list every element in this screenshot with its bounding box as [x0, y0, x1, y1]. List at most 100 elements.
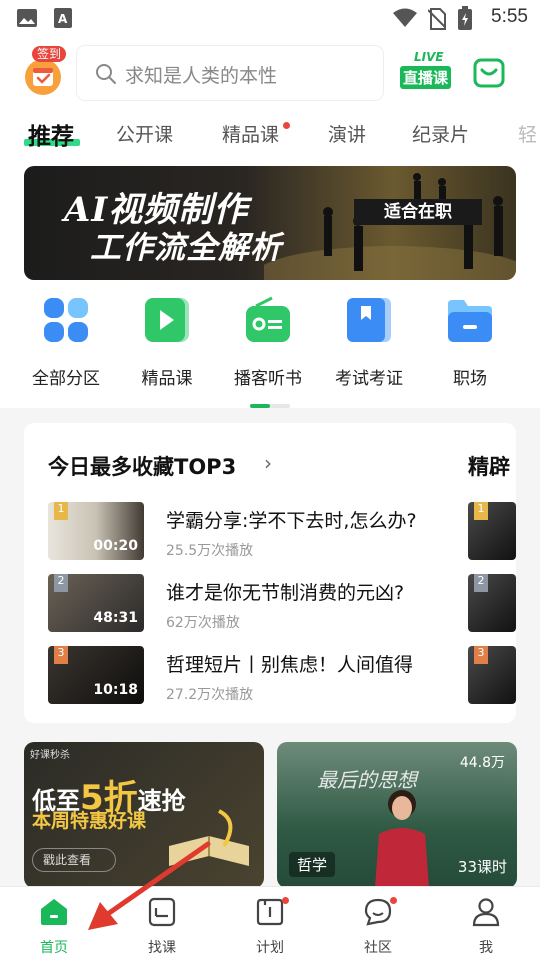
- duration: 10:18: [93, 682, 138, 698]
- tab-documentary[interactable]: 纪录片: [412, 120, 469, 147]
- live-course-button[interactable]: LIVE 直播课: [400, 50, 460, 90]
- tab-light[interactable]: 轻: [518, 120, 537, 147]
- live-tag: LIVE: [414, 50, 444, 64]
- video-title: 学霸分享:学不下去时,怎么办?: [166, 510, 417, 532]
- nav-label: 找课: [148, 940, 176, 956]
- play-count: 27.2万次播放: [166, 687, 254, 703]
- search-placeholder: 求知是人类的本性: [125, 65, 278, 87]
- tab-premium-course[interactable]: 精品课: [222, 120, 279, 147]
- search-icon: [96, 64, 116, 84]
- next-section-title[interactable]: 精辟: [468, 451, 510, 481]
- top3-row-1[interactable]: 1 00:20 学霸分享:学不下去时,怎么办? 25.5万次播放: [48, 502, 488, 560]
- top3-row-3[interactable]: 3 10:18 哲理短片丨别焦虑！人间值得 27.2万次播放: [48, 646, 488, 704]
- promo-tag: 好课秒杀: [30, 750, 70, 761]
- promo-banner[interactable]: AI视频制作 工作流全解析 适合在职: [24, 166, 516, 280]
- calendar-icon: [25, 59, 61, 95]
- category-label: 考试考证: [335, 369, 403, 389]
- nav-label: 首页: [40, 940, 68, 956]
- rank-badge: 3: [54, 646, 68, 664]
- community-icon: [364, 898, 392, 926]
- bookmark-icon: [347, 298, 391, 342]
- thumbnail: 1 00:20: [48, 502, 144, 560]
- play-count: 62万次播放: [166, 615, 240, 631]
- plan-dot: [282, 897, 289, 904]
- wifi-icon: [393, 8, 417, 27]
- rank-badge: 1: [474, 502, 488, 520]
- book-icon: [169, 809, 249, 866]
- nav-find-course[interactable]: 找课: [122, 897, 202, 957]
- lesson-count: 33课时: [457, 858, 507, 876]
- category-label: 播客听书: [234, 369, 302, 389]
- home-icon: [41, 899, 67, 925]
- no-sim-icon: [428, 8, 446, 30]
- play-icon: [145, 298, 189, 342]
- duration: 48:31: [93, 610, 138, 626]
- community-dot: [390, 897, 397, 904]
- folder-icon: [448, 300, 492, 342]
- search-input[interactable]: 求知是人类的本性: [77, 46, 383, 100]
- video-title: 哲理短片丨别焦虑！人间值得: [166, 654, 414, 676]
- category-exam[interactable]: 考试考证: [319, 296, 419, 389]
- promo-view-button[interactable]: 戳此查看: [32, 848, 116, 872]
- plan-icon: [256, 898, 284, 926]
- flash-sale-card[interactable]: 好课秒杀 低至5折速抢 本周特惠好课 戳此查看: [24, 742, 264, 888]
- find-course-icon: [148, 897, 176, 927]
- gallery-icon: [17, 9, 37, 27]
- tab-recommend[interactable]: 推荐: [28, 117, 74, 151]
- tab-premium-dot: [283, 122, 290, 129]
- a-notification-icon: A: [54, 8, 72, 28]
- bottom-nav: 首页 找课 计划 社区 我: [0, 886, 540, 960]
- pager-active: [250, 404, 270, 408]
- category-label: 精品课: [141, 369, 193, 389]
- tab-open-course[interactable]: 公开课: [116, 120, 173, 147]
- battery-icon: [458, 6, 472, 30]
- top3-row-2[interactable]: 2 48:31 谁才是你无节制消费的元凶? 62万次播放: [48, 574, 488, 632]
- category-label: 全部分区: [32, 369, 100, 389]
- status-bar: A 5:55: [0, 0, 540, 36]
- view-count: 44.8万: [459, 755, 505, 771]
- nav-profile[interactable]: 我: [446, 897, 526, 957]
- profile-icon: [472, 898, 500, 927]
- category-pager: [250, 404, 290, 408]
- peek-thumbnail[interactable]: 2: [468, 574, 516, 632]
- grid-icon: [44, 298, 88, 342]
- nav-label: 我: [479, 940, 493, 956]
- peek-thumbnail[interactable]: 3: [468, 646, 516, 704]
- video-title: 谁才是你无节制消费的元凶?: [166, 582, 405, 604]
- category-label: 职场: [453, 369, 487, 389]
- nav-community[interactable]: 社区: [338, 897, 418, 957]
- promo-subtitle: 本周特惠好课: [32, 810, 147, 832]
- thumbnail: 2 48:31: [48, 574, 144, 632]
- rank-badge: 2: [474, 574, 488, 592]
- category-all[interactable]: 全部分区: [16, 296, 116, 389]
- play-count: 25.5万次播放: [166, 543, 254, 559]
- lecturer-figure: [375, 790, 429, 888]
- banner-title-line2: 工作流全解析: [90, 230, 282, 266]
- nav-label: 社区: [364, 940, 392, 956]
- rank-badge: 3: [474, 646, 488, 664]
- tab-speech[interactable]: 演讲: [328, 120, 366, 147]
- duration: 00:20: [93, 538, 138, 554]
- peek-thumbnail[interactable]: 1: [468, 502, 516, 560]
- nav-home[interactable]: 首页: [14, 897, 94, 957]
- nav-label: 计划: [256, 940, 284, 956]
- nav-plan[interactable]: 计划: [230, 897, 310, 957]
- philosophy-course-card[interactable]: 最后的思想 44.8万 哲学 33课时: [277, 742, 517, 888]
- svg-text:A: A: [58, 12, 68, 26]
- category-podcast[interactable]: 播客听书: [218, 296, 318, 389]
- category-grid: 全部分区 精品课 播客听书 考试考证 职场: [0, 296, 540, 396]
- message-icon[interactable]: [473, 58, 505, 88]
- category-workplace[interactable]: 职场: [420, 296, 520, 389]
- thumbnail: 3 10:18: [48, 646, 144, 704]
- top3-title[interactable]: 今日最多收藏TOP3: [48, 451, 236, 481]
- subject-tag: 哲学: [289, 852, 336, 877]
- radio-icon: [246, 296, 290, 342]
- chevron-right-icon[interactable]: ›: [264, 451, 272, 475]
- category-premium[interactable]: 精品课: [117, 296, 217, 389]
- status-time: 5:55: [491, 6, 528, 27]
- sign-in-button[interactable]: 签到: [22, 46, 66, 98]
- sign-in-badge: 签到: [32, 46, 66, 62]
- rank-badge: 2: [54, 574, 68, 592]
- category-tabs: 推荐 公开课 精品课 演讲 纪录片 轻: [0, 108, 540, 158]
- top3-card: 今日最多收藏TOP3 › 精辟 1 00:20 学霸分享:学不下去时,怎么办? …: [24, 423, 516, 723]
